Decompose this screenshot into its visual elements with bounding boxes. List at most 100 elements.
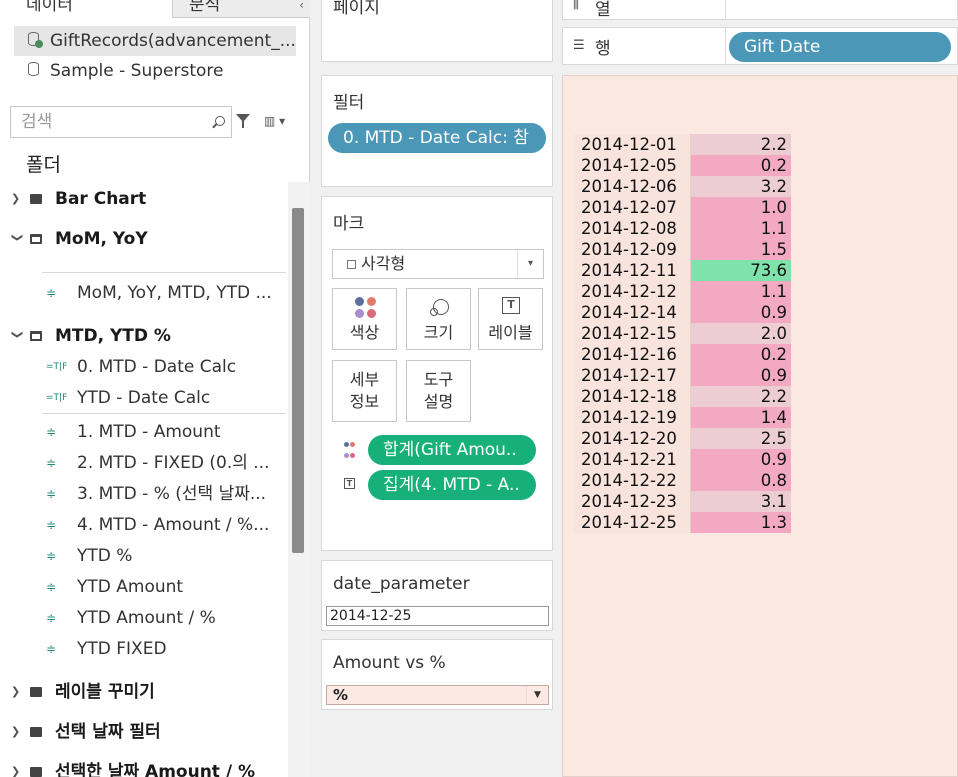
view-toggle-icon[interactable]: ▥ ▾ — [264, 114, 294, 130]
field-mom-yoy-mtd[interactable]: ≑ MoM, YoY, MTD, YTD ... — [0, 278, 288, 308]
text-label-small-icon: T — [344, 478, 355, 489]
field-ytd-pct[interactable]: ≑ YTD % — [0, 541, 288, 571]
field-ytd-fixed[interactable]: ≑ YTD FIXED — [0, 634, 288, 664]
tab-data[interactable]: 데이터 — [26, 0, 73, 18]
chevron-down-icon[interactable]: ▾ — [517, 250, 543, 278]
folder-mom-yoy[interactable]: ❯ MoM, YoY — [0, 224, 288, 254]
row-value-cell[interactable]: 1.1 — [691, 218, 791, 239]
chevron-down-icon[interactable]: ❯ — [2, 233, 32, 245]
row-value-cell[interactable]: 1.3 — [691, 512, 791, 533]
table-row[interactable]: 2014-12-16 0.2 — [574, 344, 791, 365]
field-label: 3. MTD - % (선택 날짜... — [77, 484, 267, 504]
row-value-cell[interactable]: 0.8 — [691, 470, 791, 491]
table-row[interactable]: 2014-12-07 1.0 — [574, 197, 791, 218]
date-parameter-input[interactable] — [326, 606, 549, 626]
tooltip-button-label: 도구 설명 — [423, 370, 454, 411]
datasource-giftrecords[interactable]: GiftRecords(advancement_... — [14, 26, 296, 56]
row-date-label: 2014-12-06 — [581, 177, 677, 196]
columns-icon: ⫼ — [573, 0, 579, 12]
field-ytd-date-calc[interactable]: =T|F YTD - Date Calc — [0, 383, 288, 413]
table-row[interactable]: 2014-12-14 0.9 — [574, 302, 791, 323]
folder-date-filter[interactable]: ❯ 선택 날짜 필터 — [0, 717, 288, 747]
search-icon[interactable] — [215, 116, 225, 126]
row-value-cell[interactable]: 2.0 — [691, 323, 791, 344]
row-value-cell[interactable]: 0.9 — [691, 449, 791, 470]
table-row[interactable]: 2014-12-21 0.9 — [574, 449, 791, 470]
table-row[interactable]: 2014-12-08 1.1 — [574, 218, 791, 239]
row-value-cell[interactable]: 0.9 — [691, 302, 791, 323]
tab-analysis-label: 분석 — [189, 0, 221, 15]
folder-label-decor[interactable]: ❯ 레이블 꾸미기 — [0, 677, 288, 707]
folder-mtd-ytd[interactable]: ❯ MTD, YTD % — [0, 321, 288, 351]
color-button[interactable]: 색상 — [332, 288, 397, 350]
datasource-superstore[interactable]: Sample - Superstore — [14, 56, 296, 86]
row-value-cell[interactable]: 0.9 — [691, 365, 791, 386]
row-value-cell[interactable]: 3.2 — [691, 176, 791, 197]
row-value-cell[interactable]: 2.2 — [691, 386, 791, 407]
detail-button[interactable]: 세부 정보 — [332, 360, 397, 422]
tab-analysis[interactable]: 분석 ‹ — [172, 0, 310, 18]
label-button-label: 레이블 — [488, 323, 533, 342]
boolean-icon: =T|F — [46, 362, 68, 372]
table-row[interactable]: 2014-12-05 0.2 — [574, 155, 791, 176]
row-value-cell[interactable]: 1.4 — [691, 407, 791, 428]
table-row[interactable]: 2014-12-20 2.5 — [574, 428, 791, 449]
label-button[interactable]: T 레이블 — [478, 288, 543, 350]
field-label: 1. MTD - Amount — [77, 422, 221, 442]
table-row[interactable]: 2014-12-17 0.9 — [574, 365, 791, 386]
field-ytd-amount-pct[interactable]: ≑ YTD Amount / % — [0, 603, 288, 633]
field-mtd-fixed[interactable]: ≑ 2. MTD - FIXED (0.의 ... — [0, 448, 288, 478]
table-row[interactable]: 2014-12-06 3.2 — [574, 176, 791, 197]
row-value-cell[interactable]: 0.2 — [691, 155, 791, 176]
search-input[interactable] — [11, 107, 201, 137]
field-mtd-amount[interactable]: ≑ 1. MTD - Amount — [0, 417, 288, 447]
field-mtd-pct[interactable]: ≑ 3. MTD - % (선택 날짜... — [0, 479, 288, 509]
marks-pill-color-gift-amount[interactable]: 합계(Gift Amou.. — [368, 435, 536, 465]
row-value-cell[interactable]: 3.1 — [691, 491, 791, 512]
chevron-right-icon[interactable]: ❯ — [11, 184, 23, 214]
collapse-pane-icon[interactable]: ‹ — [299, 0, 304, 12]
rows-pill-gift-date[interactable]: Gift Date — [729, 32, 951, 62]
table-row[interactable]: 2014-12-18 2.2 — [574, 386, 791, 407]
filter-icon[interactable] — [236, 112, 252, 130]
table-row[interactable]: 2014-12-09 1.5 — [574, 239, 791, 260]
table-row[interactable]: 2014-12-15 2.0 — [574, 323, 791, 344]
chevron-down-icon[interactable]: ▼ — [526, 686, 548, 704]
marks-pill-label-mtd-amount[interactable]: 집계(4. MTD - A.. — [368, 470, 536, 500]
table-row[interactable]: 2014-12-23 3.1 — [574, 491, 791, 512]
row-date-label: 2014-12-23 — [581, 492, 677, 511]
chevron-right-icon[interactable]: ❯ — [11, 757, 23, 777]
divider — [725, 28, 726, 64]
field-mtd-date-calc[interactable]: =T|F 0. MTD - Date Calc — [0, 352, 288, 382]
table-row[interactable]: 2014-12-22 0.8 — [574, 470, 791, 491]
tooltip-button[interactable]: 도구 설명 — [406, 360, 471, 422]
table-row[interactable]: 2014-12-01 2.2 — [574, 134, 791, 155]
row-date-label: 2014-12-18 — [581, 387, 677, 406]
size-button[interactable]: 크기 — [406, 288, 471, 350]
chevron-right-icon[interactable]: ❯ — [11, 717, 23, 747]
row-value-cell[interactable]: 73.6 — [691, 260, 791, 281]
field-mtd-amount-pct[interactable]: ≑ 4. MTD - Amount / %... — [0, 510, 288, 540]
row-value-cell[interactable]: 0.2 — [691, 344, 791, 365]
mark-type-select[interactable]: 사각형 ▾ — [332, 249, 544, 279]
amount-vs-pct-select[interactable]: % ▼ — [326, 685, 549, 705]
table-row[interactable]: 2014-12-12 1.1 — [574, 281, 791, 302]
rows-shelf[interactable]: ☰ 행 Gift Date — [562, 27, 958, 65]
row-value-cell[interactable]: 1.1 — [691, 281, 791, 302]
table-row[interactable]: 2014-12-19 1.4 — [574, 407, 791, 428]
row-value-cell[interactable]: 2.2 — [691, 134, 791, 155]
table-row[interactable]: 2014-12-11 73.6 — [574, 260, 791, 281]
columns-shelf[interactable]: ⫼ 열 — [562, 0, 958, 20]
folder-icon — [30, 727, 42, 737]
table-row[interactable]: 2014-12-25 1.3 — [574, 512, 791, 533]
scrollbar-thumb[interactable] — [292, 208, 304, 553]
folder-selected-amount[interactable]: ❯ 선택한 날짜 Amount / % — [0, 757, 288, 777]
field-ytd-amount[interactable]: ≑ YTD Amount — [0, 572, 288, 602]
row-value-cell[interactable]: 2.5 — [691, 428, 791, 449]
chevron-down-icon[interactable]: ❯ — [2, 330, 32, 342]
folder-bar-chart[interactable]: ❯ Bar Chart — [0, 184, 288, 214]
row-value-cell[interactable]: 1.0 — [691, 197, 791, 218]
chevron-right-icon[interactable]: ❯ — [11, 677, 23, 707]
row-value-cell[interactable]: 1.5 — [691, 239, 791, 260]
filter-pill-mtd-date-calc[interactable]: 0. MTD - Date Calc: 참 — [328, 123, 546, 153]
